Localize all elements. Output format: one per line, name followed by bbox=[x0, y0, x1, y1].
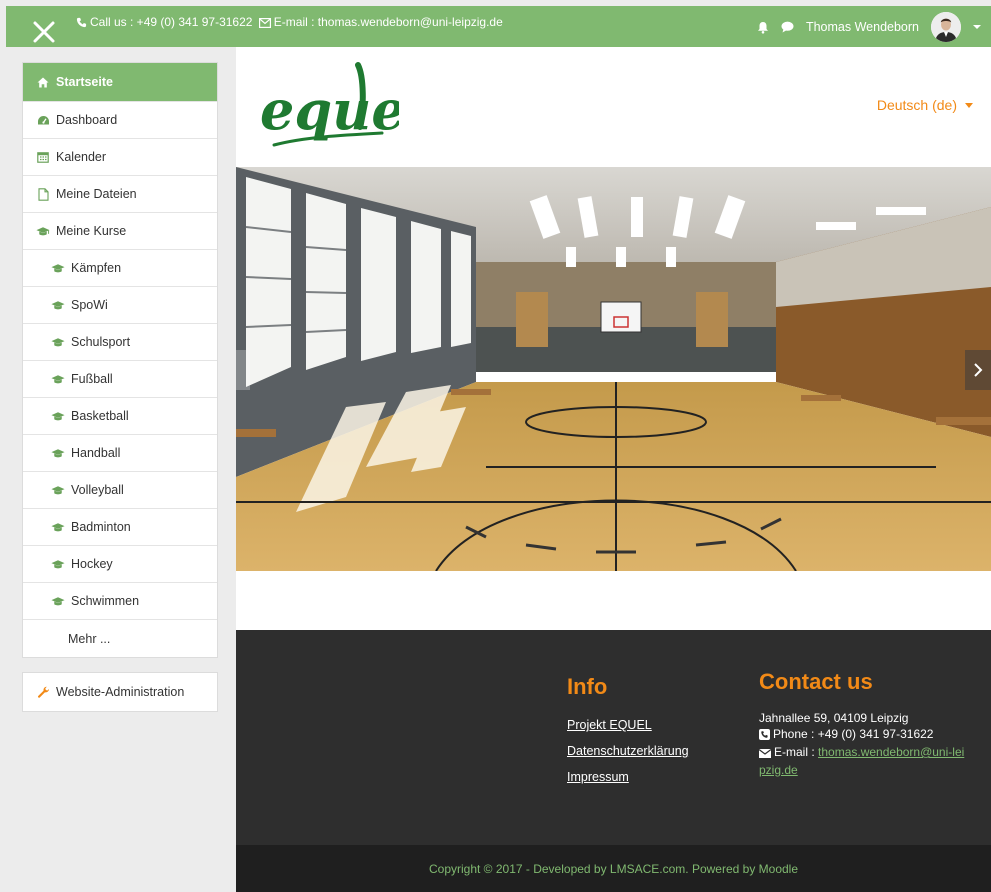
sidebar-item-label: Dashboard bbox=[56, 113, 118, 127]
sidebar-item-mehr[interactable]: Mehr ... bbox=[23, 620, 217, 657]
nav-block: Startseite Dashboard Kalender Meine Date… bbox=[22, 62, 218, 658]
footer-link-impressum[interactable]: Impressum bbox=[567, 770, 689, 784]
sidebar-item-label: Mehr ... bbox=[68, 631, 111, 646]
sidebar-course-spowi[interactable]: SpoWi bbox=[23, 287, 217, 324]
user-name[interactable]: Thomas Wendeborn bbox=[806, 20, 919, 34]
sidebar-course-fussball[interactable]: Fußball bbox=[23, 361, 217, 398]
sidebar-item-label: Meine Kurse bbox=[56, 224, 127, 238]
sidebar-course-volleyball[interactable]: Volleyball bbox=[23, 472, 217, 509]
graduation-cap-icon bbox=[51, 520, 65, 534]
phone-icon bbox=[76, 17, 87, 31]
sidebar-course-hockey[interactable]: Hockey bbox=[23, 546, 217, 583]
graduation-cap-icon bbox=[51, 372, 65, 386]
sidebar-item-label: Kalender bbox=[56, 150, 107, 164]
sidebar-course-schulsport[interactable]: Schulsport bbox=[23, 324, 217, 361]
sidebar-item-label: Meine Dateien bbox=[56, 187, 137, 201]
language-selector[interactable]: Deutsch (de) bbox=[877, 97, 973, 113]
sidebar-course-label: Basketball bbox=[71, 409, 129, 423]
graduation-cap-icon bbox=[36, 224, 50, 238]
sidebar-course-label: SpoWi bbox=[71, 298, 108, 312]
sidebar-item-meine-dateien[interactable]: Meine Dateien bbox=[23, 176, 217, 213]
graduation-cap-icon bbox=[51, 298, 65, 312]
graduation-cap-icon bbox=[51, 594, 65, 608]
graduation-cap-icon bbox=[51, 335, 65, 349]
chevron-right-icon bbox=[974, 363, 983, 377]
language-label: Deutsch (de) bbox=[876, 97, 957, 113]
file-icon bbox=[36, 187, 50, 201]
footer: Info Projekt EQUEL Datenschutzerklärung … bbox=[236, 630, 991, 845]
sidebar-course-label: Schulsport bbox=[71, 335, 131, 349]
envelope-icon bbox=[758, 746, 772, 762]
bell-icon[interactable] bbox=[757, 21, 769, 34]
wrench-icon bbox=[36, 685, 50, 699]
sidebar-course-label: Handball bbox=[71, 446, 121, 460]
graduation-cap-icon bbox=[51, 261, 65, 275]
sidebar-course-label: Schwimmen bbox=[71, 594, 140, 608]
copyright-text: Copyright © 2017 - Developed by LMSACE.c… bbox=[428, 861, 799, 876]
email-text: E-mail : thomas.wendeborn@uni-leipzig.de bbox=[273, 15, 503, 29]
sidebar-item-dashboard[interactable]: Dashboard bbox=[23, 102, 217, 139]
sidebar-course-schwimmen[interactable]: Schwimmen bbox=[23, 583, 217, 620]
sidebar-item-label: Website-Administration bbox=[56, 685, 185, 699]
contact-info: Call us : +49 (0) 341 97-31622 E-mail : … bbox=[76, 15, 503, 31]
sidebar-item-startseite[interactable]: Startseite bbox=[23, 63, 217, 102]
main-content: equel Deutsch (de) bbox=[236, 47, 991, 892]
sidebar-course-label: Fußball bbox=[71, 372, 113, 386]
sidebar-item-meine-kurse[interactable]: Meine Kurse bbox=[23, 213, 217, 250]
graduation-cap-icon bbox=[51, 557, 65, 571]
close-menu-button[interactable] bbox=[30, 18, 58, 46]
footer-phone: Phone : +49 (0) 341 97-31622 bbox=[759, 726, 969, 744]
admin-block: Website-Administration bbox=[22, 672, 218, 712]
envelope-icon bbox=[258, 17, 271, 31]
sidebar: Startseite Dashboard Kalender Meine Date… bbox=[22, 62, 218, 712]
sidebar-course-label: Volleyball bbox=[71, 483, 124, 497]
logo-artwork: equel bbox=[260, 62, 426, 147]
user-menu-caret-icon[interactable] bbox=[973, 25, 981, 29]
footer-contact-title: Contact us bbox=[759, 669, 873, 694]
sidebar-course-kaempfen[interactable]: Kämpfen bbox=[23, 250, 217, 287]
footer-info-title: Info bbox=[567, 674, 608, 699]
home-icon bbox=[36, 75, 50, 89]
user-area: Thomas Wendeborn bbox=[757, 10, 981, 44]
footer-link-datenschutz[interactable]: Datenschutzerklärung bbox=[567, 744, 689, 758]
sidebar-course-basketball[interactable]: Basketball bbox=[23, 398, 217, 435]
graduation-cap-icon bbox=[51, 483, 65, 497]
footer-email-label: E-mail : bbox=[774, 745, 815, 759]
close-icon bbox=[33, 21, 55, 43]
sidebar-course-label: Hockey bbox=[71, 557, 113, 571]
phone-text: Call us : +49 (0) 341 97-31622 bbox=[90, 15, 253, 29]
chat-icon[interactable] bbox=[781, 21, 794, 33]
top-navbar: Call us : +49 (0) 341 97-31622 E-mail : … bbox=[6, 6, 991, 47]
sidebar-course-label: Kämpfen bbox=[71, 261, 122, 275]
footer-email: E-mail : thomas.wendeborn@uni-leipzig.de bbox=[758, 744, 969, 778]
footer-link-projekt-equel[interactable]: Projekt EQUEL bbox=[567, 718, 689, 732]
chevron-down-icon bbox=[965, 102, 973, 108]
footer-info: Info Projekt EQUEL Datenschutzerklärung … bbox=[567, 674, 689, 784]
sidebar-course-handball[interactable]: Handball bbox=[23, 435, 217, 472]
footer-address: Jahnallee 59, 04109 Leipzig bbox=[759, 711, 909, 725]
footer-contact: Contact us Jahnallee 59, 04109 Leipzig P… bbox=[758, 669, 969, 778]
user-avatar[interactable] bbox=[931, 12, 961, 42]
slider-next-button[interactable] bbox=[965, 350, 991, 390]
phone-square-icon bbox=[759, 728, 770, 744]
dashboard-icon bbox=[36, 113, 50, 127]
copyright-bar: Copyright © 2017 - Developed by LMSACE.c… bbox=[236, 845, 991, 892]
sidebar-course-label: Badminton bbox=[71, 520, 131, 534]
sidebar-item-label: Startseite bbox=[56, 75, 113, 89]
sidebar-item-website-administration[interactable]: Website-Administration bbox=[23, 673, 217, 711]
hero-slider bbox=[236, 167, 991, 571]
slider-prev-button[interactable] bbox=[236, 350, 250, 390]
footer-phone-text: Phone : +49 (0) 341 97-31622 bbox=[773, 727, 934, 741]
equel-logo[interactable]: equel bbox=[254, 57, 426, 157]
calendar-icon bbox=[36, 150, 50, 164]
graduation-cap-icon bbox=[51, 446, 65, 460]
sidebar-course-badminton[interactable]: Badminton bbox=[23, 509, 217, 546]
gym-hall-image bbox=[236, 167, 991, 571]
sidebar-item-kalender[interactable]: Kalender bbox=[23, 139, 217, 176]
graduation-cap-icon bbox=[51, 409, 65, 423]
